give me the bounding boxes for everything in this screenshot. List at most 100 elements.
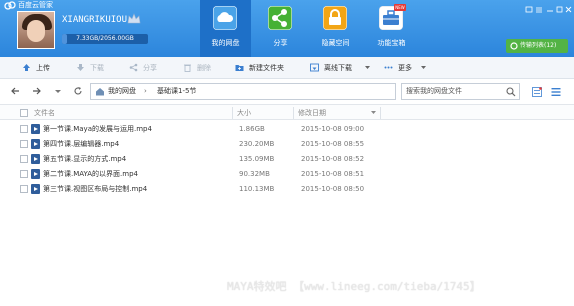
file-size: 110.13MB: [239, 185, 275, 193]
transfer-icon: [510, 42, 518, 50]
download-icon: [77, 64, 84, 71]
download-button[interactable]: 下载: [76, 57, 116, 79]
maximize-icon[interactable]: [556, 6, 563, 13]
file-name[interactable]: 第一节课.Maya的发展与运用.mp4: [43, 122, 152, 137]
delete-button[interactable]: 删除: [183, 57, 223, 79]
upload-button[interactable]: 上传: [22, 57, 62, 79]
tab-label: 分享: [273, 39, 288, 47]
file-date: 2015-10-08 08:52: [301, 155, 365, 163]
new-folder-icon: [235, 65, 244, 71]
new-folder-label: 新建文件夹: [249, 64, 284, 72]
file-table-header: 文件名 大小 修改日期: [0, 104, 574, 120]
video-file-icon: [31, 154, 40, 164]
storage-quota-text: 7.33GB/2056.00GB: [76, 35, 134, 42]
search-placeholder: 搜索我的网盘文件: [406, 87, 462, 95]
history-dropdown-icon[interactable]: [54, 86, 62, 96]
breadcrumb-separator: ›: [144, 87, 147, 95]
tab-label: 我的网盘: [211, 39, 240, 47]
column-divider[interactable]: [232, 107, 233, 119]
home-icon[interactable]: [95, 87, 105, 96]
search-input[interactable]: 搜索我的网盘文件: [401, 83, 520, 100]
address-bar: 我的网盘 › 基础课1-5节 搜索我的网盘文件: [0, 79, 574, 103]
column-divider[interactable]: [380, 107, 381, 119]
crown-icon[interactable]: [127, 13, 141, 25]
more-label: 更多: [398, 64, 412, 72]
app-title: 百度云管家: [18, 1, 53, 9]
file-size: 135.09MB: [239, 155, 275, 163]
watermark: MAYA特效吧 【www.lineeg.com/tieba/1745】: [227, 280, 481, 293]
file-row[interactable]: 第五节课.显示的方式.mp4 135.09MB 2015-10-08 08:52: [0, 152, 574, 167]
back-arrow-icon[interactable]: [10, 86, 20, 96]
file-date: 2015-10-08 09:00: [301, 125, 365, 133]
transfer-list-button[interactable]: 传输列表(12): [506, 39, 568, 53]
menu-icon[interactable]: [536, 7, 542, 13]
file-row[interactable]: 第二节课.MAYA的以界面.mp4 90.32MB 2015-10-08 08:…: [0, 167, 574, 182]
upload-icon: [23, 64, 30, 71]
share-icon: [129, 63, 138, 72]
row-checkbox[interactable]: [20, 185, 28, 193]
tab-my-disk[interactable]: 我的网盘: [200, 0, 251, 57]
tab-toolbox[interactable]: 功能宝箱: [366, 0, 417, 57]
row-checkbox[interactable]: [20, 155, 28, 163]
tab-label: 隐藏空间: [321, 39, 350, 47]
video-file-icon: [31, 184, 40, 194]
avatar[interactable]: [17, 11, 55, 49]
breadcrumb-root[interactable]: 我的网盘: [108, 84, 136, 99]
chevron-down-icon: [421, 66, 426, 69]
row-checkbox[interactable]: [20, 170, 28, 178]
forward-arrow-icon[interactable]: [32, 86, 42, 96]
offline-download-icon: [310, 63, 319, 72]
upload-label: 上传: [36, 64, 50, 72]
column-header-name[interactable]: 文件名: [34, 105, 55, 121]
skin-icon[interactable]: [525, 6, 533, 13]
trash-icon: [184, 64, 191, 72]
file-name[interactable]: 第三节课.视图区布局与控制.mp4: [43, 182, 147, 197]
file-row[interactable]: 第四节课.层编辑器.mp4 230.20MB 2015-10-08 08:55: [0, 137, 574, 152]
lock-icon: [323, 6, 347, 30]
row-checkbox[interactable]: [20, 140, 28, 148]
new-badge: NEW: [394, 4, 406, 11]
share-button[interactable]: 分享: [129, 57, 169, 79]
file-date: 2015-10-08 08:51: [301, 170, 365, 178]
file-name[interactable]: 第四节课.层编辑器.mp4: [43, 137, 119, 152]
file-date: 2015-10-08 08:50: [301, 185, 365, 193]
tab-share[interactable]: 分享: [255, 0, 306, 57]
sort-chevron-icon[interactable]: [371, 111, 376, 115]
file-row[interactable]: 第一节课.Maya的发展与运用.mp4 1.86GB 2015-10-08 09…: [0, 122, 574, 137]
more-button[interactable]: 更多: [384, 57, 429, 79]
grid-view-icon[interactable]: [551, 87, 561, 97]
close-icon[interactable]: [565, 6, 572, 13]
download-label: 下载: [90, 64, 104, 72]
column-divider[interactable]: [293, 107, 294, 119]
offline-download-label: 离线下载: [324, 64, 352, 72]
username[interactable]: XIANGRIKUIOU: [62, 14, 127, 26]
list-view-icon[interactable]: [532, 87, 542, 97]
file-size: 90.32MB: [239, 170, 270, 178]
new-folder-button[interactable]: 新建文件夹: [235, 57, 295, 79]
offline-download-button[interactable]: 离线下载: [310, 57, 372, 79]
video-file-icon: [31, 139, 40, 149]
window-controls: [524, 0, 574, 13]
select-all-checkbox[interactable]: [20, 109, 28, 117]
file-name[interactable]: 第二节课.MAYA的以界面.mp4: [43, 167, 138, 182]
column-header-size[interactable]: 大小: [237, 105, 251, 121]
file-row[interactable]: 第三节课.视图区布局与控制.mp4 110.13MB 2015-10-08 08…: [0, 182, 574, 197]
tab-hidden-space[interactable]: 隐藏空间: [310, 0, 361, 57]
file-name[interactable]: 第五节课.显示的方式.mp4: [43, 152, 126, 167]
transfer-list-label: 传输列表(12): [520, 42, 557, 49]
search-icon[interactable]: [506, 87, 516, 97]
file-size: 230.20MB: [239, 140, 275, 148]
column-header-modified[interactable]: 修改日期: [298, 105, 326, 121]
storage-quota-bar: 7.33GB/2056.00GB: [62, 34, 148, 44]
breadcrumb-current[interactable]: 基础课1-5节: [157, 84, 196, 99]
file-date: 2015-10-08 08:55: [301, 140, 365, 148]
share-label: 分享: [143, 64, 157, 72]
tab-label: 功能宝箱: [377, 39, 406, 47]
cloud-icon: [213, 6, 237, 30]
file-size: 1.86GB: [239, 125, 265, 133]
row-checkbox[interactable]: [20, 125, 28, 133]
path-breadcrumb[interactable]: 我的网盘 › 基础课1-5节: [90, 83, 396, 100]
refresh-icon[interactable]: [73, 86, 83, 96]
video-file-icon: [31, 169, 40, 179]
more-icon: [384, 66, 393, 69]
